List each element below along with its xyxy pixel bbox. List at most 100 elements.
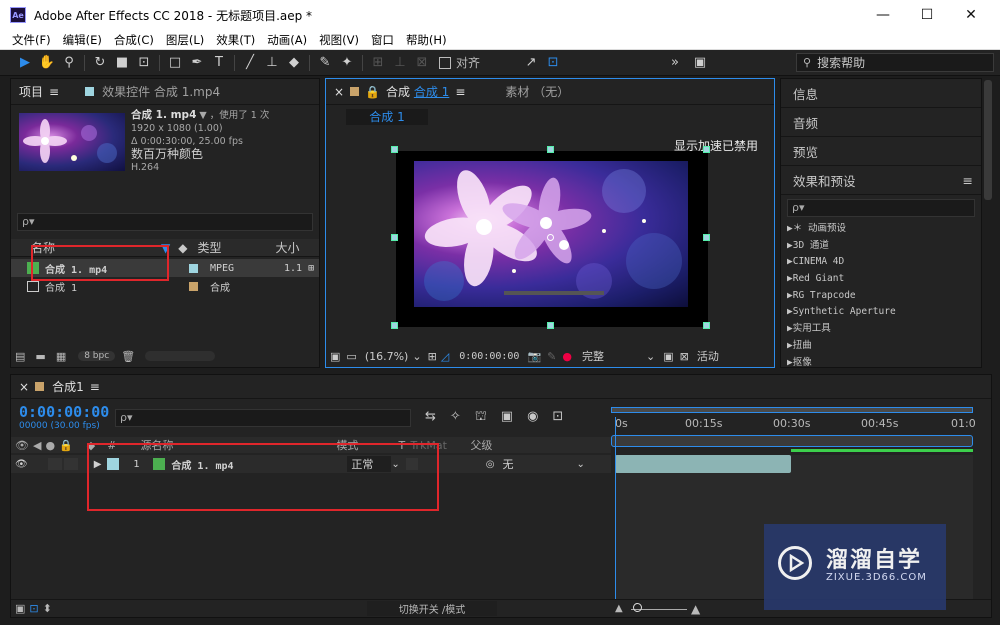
- label-color-swatch[interactable]: [189, 263, 198, 273]
- roto-brush-tool-icon[interactable]: ✎: [314, 53, 336, 73]
- transform-handle[interactable]: [547, 146, 554, 153]
- zoom-level[interactable]: (16.7%): [365, 350, 409, 363]
- comp-mini-flowchart-icon[interactable]: ⇆: [425, 409, 436, 426]
- brush-tool-icon[interactable]: ╱: [239, 53, 261, 73]
- chevron-down-icon[interactable]: ⌄: [646, 350, 655, 363]
- zoom-tool-icon[interactable]: ⚲: [58, 53, 80, 73]
- draft-3d-icon[interactable]: ✧: [450, 409, 461, 426]
- playhead[interactable]: [615, 417, 616, 603]
- workspace-menu-icon[interactable]: ▣: [686, 53, 714, 73]
- mask-visibility-icon[interactable]: ◿: [441, 350, 449, 363]
- rotate-tool-icon[interactable]: ↻: [89, 53, 111, 73]
- solo-toggle-icon[interactable]: ●: [45, 439, 55, 452]
- transform-handle[interactable]: [391, 322, 398, 329]
- tab-footage[interactable]: 素材 （无）: [505, 83, 569, 100]
- effect-category-animation-presets[interactable]: ▶＊ 动画预设: [781, 221, 981, 238]
- menu-edit[interactable]: 编辑(E): [63, 32, 102, 48]
- anchor-point-icon[interactable]: [547, 234, 554, 241]
- close-button[interactable]: ✕: [948, 0, 994, 30]
- effect-category-distort[interactable]: ▶扭曲: [781, 338, 981, 355]
- pan-behind-tool-icon[interactable]: ⊡: [133, 53, 155, 73]
- timeline-search-input[interactable]: ρ▾: [115, 409, 411, 427]
- resolution-select[interactable]: 完整: [582, 348, 646, 364]
- transfer-controls-icon[interactable]: ⊡: [29, 602, 38, 615]
- effect-category-utility[interactable]: ▶实用工具: [781, 321, 981, 338]
- motion-blur-icon[interactable]: ◉: [527, 409, 538, 426]
- menu-effect[interactable]: 效果(T): [216, 32, 255, 48]
- menu-layer[interactable]: 图层(L): [166, 32, 204, 48]
- show-snapshot-icon[interactable]: ✎: [547, 350, 556, 363]
- transform-handle[interactable]: [391, 146, 398, 153]
- transform-handle[interactable]: [391, 234, 398, 241]
- column-type[interactable]: 类型: [197, 239, 267, 256]
- region-of-interest-icon[interactable]: ▣: [663, 350, 673, 363]
- thumbnail-slider[interactable]: [145, 351, 216, 361]
- work-area-bar[interactable]: [611, 407, 973, 413]
- right-panel-scrollbar[interactable]: [984, 80, 992, 200]
- bpc-button[interactable]: 8 bpc: [78, 351, 116, 361]
- trash-icon[interactable]: 🗑: [121, 350, 135, 363]
- effects-presets-panel-tab[interactable]: 效果和预设 ≡: [781, 166, 981, 195]
- lock-icon[interactable]: 🔒: [365, 85, 380, 99]
- effect-category-synthetic-aperture[interactable]: ▶Synthetic Aperture: [781, 304, 981, 321]
- close-icon[interactable]: ×: [334, 85, 344, 99]
- audio-switch[interactable]: [47, 458, 62, 470]
- display-icon[interactable]: ▭: [346, 350, 356, 363]
- zoom-in-icon[interactable]: ▲: [691, 602, 700, 616]
- effect-category-3d-channel[interactable]: ▶3D 通道: [781, 238, 981, 255]
- tab-composition[interactable]: × 🔒 合成 合成 1 ≡: [334, 83, 465, 100]
- type-tool-icon[interactable]: T: [208, 53, 230, 73]
- clone-stamp-tool-icon[interactable]: ⊥: [261, 53, 283, 73]
- menu-file[interactable]: 文件(F): [12, 32, 51, 48]
- transform-handle[interactable]: [703, 322, 710, 329]
- camera-snapshot-icon[interactable]: 📷: [527, 350, 541, 363]
- maximize-button[interactable]: ☐: [904, 0, 950, 30]
- align-checkbox[interactable]: [439, 56, 451, 69]
- zoom-navigator-bar[interactable]: [611, 435, 973, 447]
- camera-tool-icon[interactable]: ■: [111, 53, 133, 73]
- safe-margins-icon[interactable]: ⊞: [428, 350, 437, 363]
- new-composition-icon[interactable]: ▦: [56, 350, 66, 363]
- zoom-out-icon[interactable]: ▲: [615, 603, 623, 614]
- new-folder-icon[interactable]: ▬: [35, 350, 45, 363]
- audio-panel-tab[interactable]: 音频: [781, 108, 981, 137]
- video-toggle-icon[interactable]: 👁: [15, 459, 28, 470]
- panel-menu-icon[interactable]: ≡: [963, 173, 973, 188]
- active-camera-select[interactable]: 活动: [697, 348, 719, 364]
- channel-icon[interactable]: ●: [562, 350, 572, 363]
- chevron-down-icon[interactable]: ⌄: [577, 459, 585, 470]
- transform-handle[interactable]: [547, 322, 554, 329]
- menu-composition[interactable]: 合成(C): [114, 32, 154, 48]
- help-search-input[interactable]: ⚲ 搜索帮助: [796, 53, 994, 72]
- snap-options-icon[interactable]: ⊡: [542, 53, 564, 73]
- lock-icon[interactable]: 🔒: [59, 439, 73, 452]
- pen-tool-icon[interactable]: ✒: [186, 53, 208, 73]
- snap-tool-icon[interactable]: ↗: [520, 53, 542, 73]
- effect-category-rg-trapcode[interactable]: ▶RG Trapcode: [781, 288, 981, 305]
- label-color-swatch[interactable]: [189, 281, 198, 291]
- layer-switches-icon[interactable]: ▣: [15, 602, 25, 615]
- tab-project[interactable]: 项目 ≡: [19, 83, 59, 100]
- transform-handle[interactable]: [703, 146, 710, 153]
- project-search-input[interactable]: ρ▾: [17, 213, 313, 231]
- column-size[interactable]: 大小: [275, 239, 299, 256]
- tab-timeline[interactable]: × 合成1 ≡: [19, 378, 100, 395]
- menu-view[interactable]: 视图(V): [319, 32, 359, 48]
- close-icon[interactable]: ×: [19, 380, 29, 394]
- parent-select[interactable]: 无: [503, 456, 577, 472]
- effect-category-cinema-4d[interactable]: ▶CINEMA 4D: [781, 254, 981, 271]
- minimize-button[interactable]: —: [860, 0, 906, 30]
- menu-animation[interactable]: 动画(A): [267, 32, 307, 48]
- menu-help[interactable]: 帮助(H): [406, 32, 447, 48]
- always-preview-icon[interactable]: ▣: [330, 350, 340, 363]
- rectangle-tool-icon[interactable]: □: [164, 53, 186, 73]
- tab-effect-controls[interactable]: 效果控件 合成 1.mp4: [85, 83, 220, 100]
- shy-layers-icon[interactable]: ⛫: [475, 409, 487, 426]
- hand-tool-icon[interactable]: ✋: [36, 53, 58, 73]
- transparency-grid-icon[interactable]: ⊠: [680, 350, 689, 363]
- graph-editor-icon[interactable]: ⊡: [552, 409, 563, 426]
- video-toggle-icon[interactable]: 👁: [15, 439, 29, 452]
- label-column-icon[interactable]: ◆: [178, 241, 187, 255]
- frame-blending-icon[interactable]: ▣: [501, 409, 513, 426]
- timeline-current-time[interactable]: 0:00:00:00: [19, 403, 109, 421]
